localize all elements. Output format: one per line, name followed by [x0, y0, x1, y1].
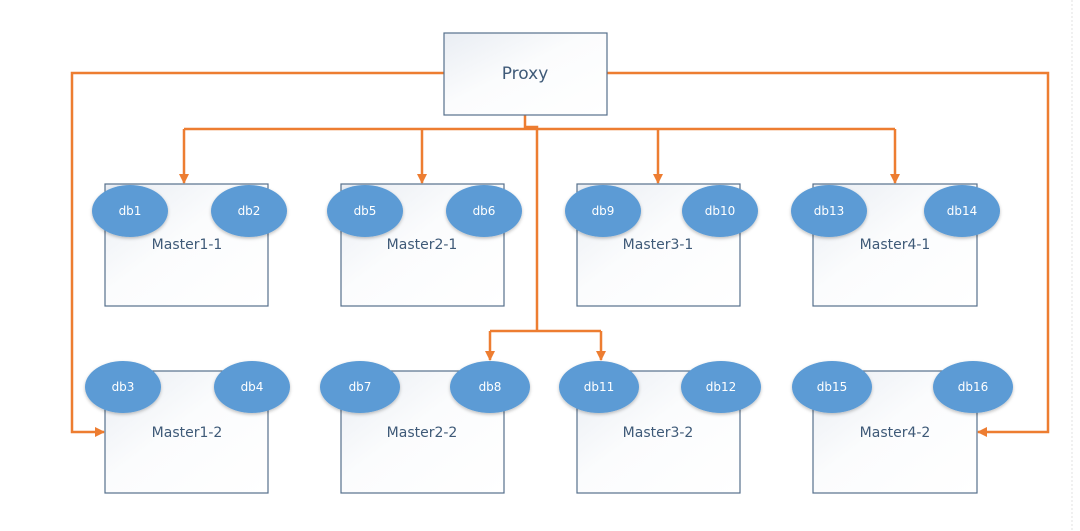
master-node: Master2-2 db7 db8 — [320, 361, 530, 494]
db-label: db11 — [584, 380, 615, 394]
db-label: db5 — [354, 204, 377, 218]
proxy-node: Proxy — [443, 32, 608, 116]
master-label: Master3-1 — [623, 237, 694, 253]
db-label: db3 — [112, 380, 135, 394]
db-label: db6 — [473, 204, 496, 218]
master-label: Master3-2 — [623, 425, 694, 441]
master-label: Master4-2 — [860, 425, 931, 441]
db-label: db9 — [592, 204, 615, 218]
db-label: db16 — [958, 380, 989, 394]
master-label: Master1-2 — [152, 425, 223, 441]
db-label: db1 — [119, 204, 142, 218]
db-label: db14 — [947, 204, 978, 218]
db-label: db12 — [706, 380, 737, 394]
db-label: db2 — [238, 204, 261, 218]
master-label: Master1-1 — [152, 237, 223, 253]
db-label: db4 — [241, 380, 264, 394]
db-label: db15 — [817, 380, 848, 394]
master-node: Master3-1 db9 db10 — [565, 183, 758, 307]
master-label: Master2-2 — [387, 425, 458, 441]
db-label: db7 — [349, 380, 372, 394]
db-label: db8 — [479, 380, 502, 394]
proxy-label: Proxy — [502, 64, 549, 84]
master-node: Master2-1 db5 db6 — [327, 183, 522, 307]
master-node: Master1-2 db3 db4 — [85, 361, 290, 494]
connector-center-trunk — [525, 125, 539, 330]
master-node: Master1-1 db1 db2 — [92, 183, 287, 307]
master-label: Master4-1 — [860, 237, 931, 253]
master-node: Master4-2 db15 db16 — [792, 361, 1013, 494]
master-node: Master4-1 db13 db14 — [791, 183, 1000, 307]
proxy-sharding-diagram: Proxy Master1-1 db1 db2 Master2-1 db5 db… — [70, 0, 1073, 531]
master-node: Master3-2 db11 db12 — [559, 361, 761, 494]
db-label: db10 — [705, 204, 736, 218]
db-label: db13 — [814, 204, 845, 218]
master-label: Master2-1 — [387, 237, 458, 253]
